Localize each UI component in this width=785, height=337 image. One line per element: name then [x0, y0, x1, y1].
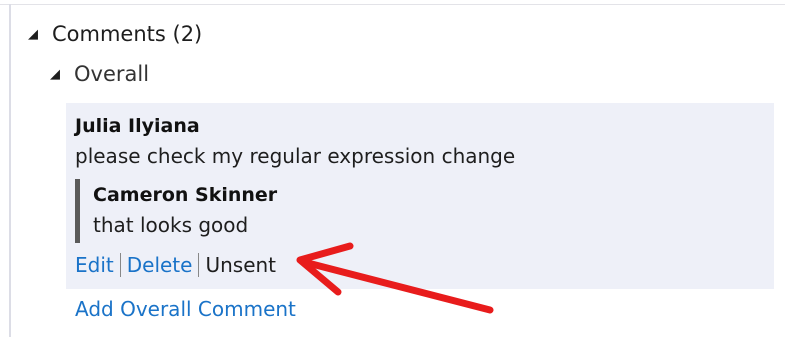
action-separator [198, 253, 200, 277]
comment-actions: Edit Delete Unsent [75, 253, 276, 277]
delete-link[interactable]: Delete [127, 253, 193, 277]
reply-text: that looks good [93, 213, 249, 237]
reply-block: Cameron Skinner that looks good [75, 179, 480, 243]
edit-link[interactable]: Edit [75, 253, 114, 277]
comment-text: please check my regular expression chang… [75, 144, 516, 168]
unsent-status: Unsent [205, 253, 277, 277]
comments-pane: ◢ Comments (2) ◢ Overall Julia Ilyiana p… [0, 0, 785, 337]
overall-group-label: Overall [74, 62, 150, 86]
comment-author: Julia Ilyiana [75, 115, 200, 137]
left-rule [9, 4, 11, 337]
action-separator [119, 253, 121, 277]
expanded-triangle-icon[interactable]: ◢ [50, 67, 64, 82]
annotation-arrow-icon [296, 242, 494, 314]
expanded-triangle-icon[interactable]: ◢ [28, 27, 42, 42]
comments-section-toggle[interactable]: ◢ Comments (2) [28, 22, 202, 46]
top-border [0, 4, 785, 5]
overall-group-toggle[interactable]: ◢ Overall [50, 62, 149, 86]
reply-author: Cameron Skinner [93, 184, 278, 206]
add-overall-comment-link[interactable]: Add Overall Comment [75, 297, 296, 321]
comments-section-label: Comments (2) [52, 22, 203, 46]
